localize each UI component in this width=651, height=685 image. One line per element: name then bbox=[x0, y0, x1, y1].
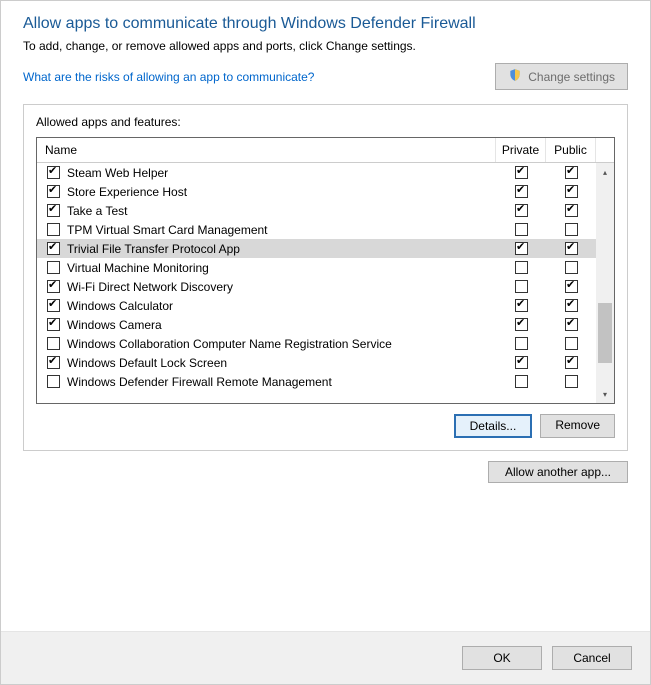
public-checkbox[interactable] bbox=[565, 375, 578, 388]
scroll-thumb[interactable] bbox=[598, 303, 612, 363]
private-checkbox[interactable] bbox=[515, 280, 528, 293]
public-checkbox[interactable] bbox=[565, 318, 578, 331]
public-checkbox[interactable] bbox=[565, 242, 578, 255]
allowed-checkbox[interactable] bbox=[47, 223, 60, 236]
allowed-checkbox[interactable] bbox=[47, 185, 60, 198]
shield-icon bbox=[508, 68, 522, 85]
app-name-label: TPM Virtual Smart Card Management bbox=[67, 223, 268, 237]
table-row[interactable]: Store Experience Host bbox=[37, 182, 614, 201]
table-row[interactable]: TPM Virtual Smart Card Management bbox=[37, 220, 614, 239]
scrollbar[interactable]: ▴ ▾ bbox=[596, 163, 614, 403]
private-checkbox[interactable] bbox=[515, 242, 528, 255]
cancel-button[interactable]: Cancel bbox=[552, 646, 632, 670]
private-checkbox[interactable] bbox=[515, 261, 528, 274]
table-row[interactable]: Windows Camera bbox=[37, 315, 614, 334]
table-row[interactable]: Windows Default Lock Screen bbox=[37, 353, 614, 372]
private-checkbox[interactable] bbox=[515, 299, 528, 312]
change-settings-button[interactable]: Change settings bbox=[495, 63, 628, 90]
allowed-checkbox[interactable] bbox=[47, 299, 60, 312]
col-header-private[interactable]: Private bbox=[496, 138, 546, 162]
change-settings-label: Change settings bbox=[528, 70, 615, 84]
app-name-label: Store Experience Host bbox=[67, 185, 187, 199]
public-checkbox[interactable] bbox=[565, 166, 578, 179]
allowed-checkbox[interactable] bbox=[47, 375, 60, 388]
allowed-checkbox[interactable] bbox=[47, 204, 60, 217]
table-row[interactable]: Virtual Machine Monitoring bbox=[37, 258, 614, 277]
table-row[interactable]: Windows Collaboration Computer Name Regi… bbox=[37, 334, 614, 353]
table-row[interactable]: Take a Test bbox=[37, 201, 614, 220]
risks-link[interactable]: What are the risks of allowing an app to… bbox=[23, 70, 314, 84]
public-checkbox[interactable] bbox=[565, 223, 578, 236]
private-checkbox[interactable] bbox=[515, 318, 528, 331]
app-name-label: Virtual Machine Monitoring bbox=[67, 261, 209, 275]
scroll-down-icon[interactable]: ▾ bbox=[596, 385, 614, 403]
public-checkbox[interactable] bbox=[565, 299, 578, 312]
table-row[interactable]: Steam Web Helper bbox=[37, 163, 614, 182]
table-row[interactable]: Trivial File Transfer Protocol App bbox=[37, 239, 614, 258]
panel-buttons: Details... Remove bbox=[36, 414, 615, 438]
public-checkbox[interactable] bbox=[565, 204, 578, 217]
app-name-label: Windows Camera bbox=[67, 318, 162, 332]
public-checkbox[interactable] bbox=[565, 261, 578, 274]
allowed-checkbox[interactable] bbox=[47, 242, 60, 255]
allowed-checkbox[interactable] bbox=[47, 261, 60, 274]
public-checkbox[interactable] bbox=[565, 185, 578, 198]
page-title: Allow apps to communicate through Window… bbox=[23, 15, 628, 33]
private-checkbox[interactable] bbox=[515, 185, 528, 198]
col-header-public[interactable]: Public bbox=[546, 138, 596, 162]
private-checkbox[interactable] bbox=[515, 375, 528, 388]
private-checkbox[interactable] bbox=[515, 337, 528, 350]
allowed-checkbox[interactable] bbox=[47, 318, 60, 331]
app-name-label: Windows Calculator bbox=[67, 299, 173, 313]
app-name-label: Steam Web Helper bbox=[67, 166, 168, 180]
panel-label: Allowed apps and features: bbox=[36, 115, 615, 129]
footer: OK Cancel bbox=[1, 631, 650, 684]
app-name-label: Windows Defender Firewall Remote Managem… bbox=[67, 375, 332, 389]
spacer bbox=[1, 493, 650, 631]
app-name-label: Wi-Fi Direct Network Discovery bbox=[67, 280, 233, 294]
allowed-checkbox[interactable] bbox=[47, 166, 60, 179]
allow-another-app-button[interactable]: Allow another app... bbox=[488, 461, 628, 483]
apps-list: Name Private Public Steam Web Helper Stor… bbox=[36, 137, 615, 404]
allowed-checkbox[interactable] bbox=[47, 337, 60, 350]
scroll-up-icon[interactable]: ▴ bbox=[596, 163, 614, 181]
allowed-checkbox[interactable] bbox=[47, 280, 60, 293]
details-button[interactable]: Details... bbox=[454, 414, 533, 438]
col-header-scroll bbox=[596, 138, 614, 162]
firewall-allowed-apps-window: Allow apps to communicate through Window… bbox=[0, 0, 651, 685]
table-row[interactable]: Windows Calculator bbox=[37, 296, 614, 315]
table-row[interactable]: Windows Defender Firewall Remote Managem… bbox=[37, 372, 614, 391]
page-subtitle: To add, change, or remove allowed apps a… bbox=[23, 39, 628, 53]
public-checkbox[interactable] bbox=[565, 356, 578, 369]
app-name-label: Windows Default Lock Screen bbox=[67, 356, 227, 370]
public-checkbox[interactable] bbox=[565, 337, 578, 350]
list-header: Name Private Public bbox=[37, 138, 614, 163]
allowed-checkbox[interactable] bbox=[47, 356, 60, 369]
private-checkbox[interactable] bbox=[515, 223, 528, 236]
public-checkbox[interactable] bbox=[565, 280, 578, 293]
private-checkbox[interactable] bbox=[515, 204, 528, 217]
private-checkbox[interactable] bbox=[515, 166, 528, 179]
remove-button[interactable]: Remove bbox=[540, 414, 615, 438]
allowed-apps-panel: Allowed apps and features: Name Private … bbox=[23, 104, 628, 451]
app-name-label: Take a Test bbox=[67, 204, 127, 218]
header: Allow apps to communicate through Window… bbox=[1, 1, 650, 98]
list-body: Steam Web Helper Store Experience Host Tak… bbox=[37, 163, 614, 403]
allow-another-row: Allow another app... bbox=[1, 451, 650, 493]
app-name-label: Windows Collaboration Computer Name Regi… bbox=[67, 337, 392, 351]
ok-button[interactable]: OK bbox=[462, 646, 542, 670]
table-row[interactable]: Wi-Fi Direct Network Discovery bbox=[37, 277, 614, 296]
app-name-label: Trivial File Transfer Protocol App bbox=[67, 242, 240, 256]
private-checkbox[interactable] bbox=[515, 356, 528, 369]
col-header-name[interactable]: Name bbox=[37, 138, 496, 162]
